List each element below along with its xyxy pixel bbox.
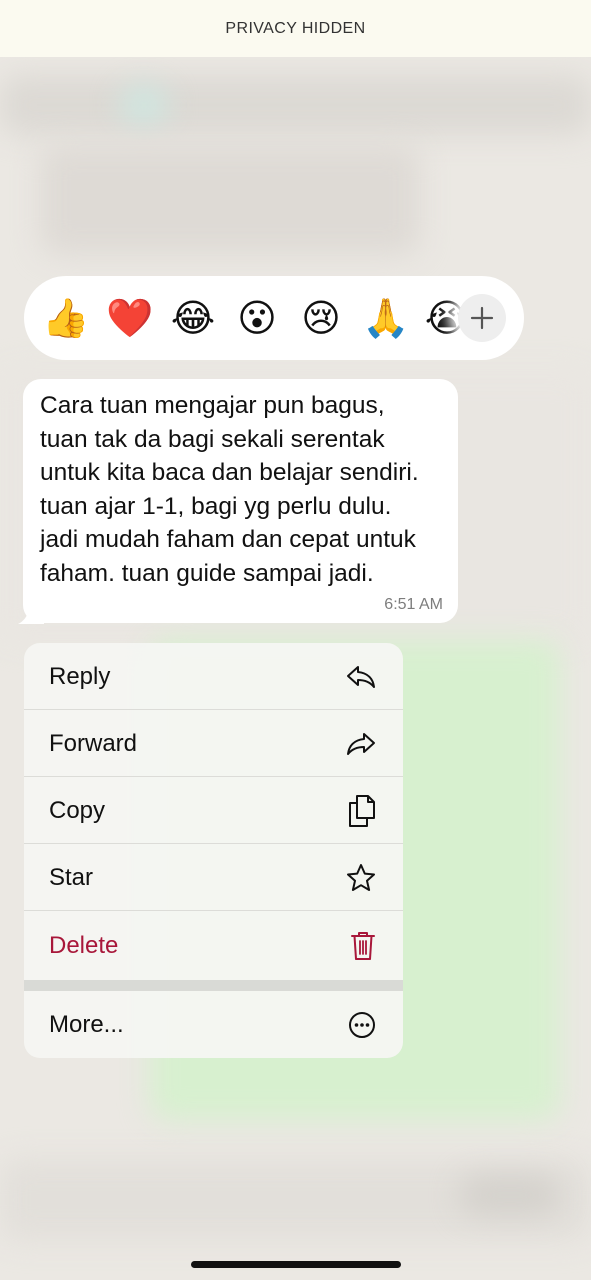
menu-item-label: Star bbox=[49, 863, 94, 891]
more-reactions-button[interactable] bbox=[458, 294, 506, 342]
privacy-banner: PRIVACY HIDDEN bbox=[0, 0, 591, 57]
message-bubble[interactable]: Cara tuan mengajar pun bagus, tuan tak d… bbox=[23, 379, 458, 623]
menu-item-label: Copy bbox=[49, 796, 106, 824]
message-timestamp: 6:51 AM bbox=[384, 596, 443, 613]
menu-section-gap bbox=[24, 980, 403, 991]
home-indicator[interactable] bbox=[191, 1261, 401, 1268]
reaction-folded-hands[interactable]: 🙏 bbox=[362, 296, 409, 342]
menu-item-delete[interactable]: Delete bbox=[24, 912, 403, 979]
blurred-send-area bbox=[460, 1175, 560, 1215]
reaction-red-heart[interactable]: ❤️ bbox=[106, 296, 153, 342]
privacy-banner-text: PRIVACY HIDDEN bbox=[225, 19, 366, 37]
context-menu: Reply Forward Copy Star Delete More... bbox=[24, 643, 403, 1058]
plus-icon bbox=[469, 305, 495, 331]
reaction-thumbs-up[interactable]: 👍 bbox=[42, 296, 89, 342]
reaction-surprised[interactable]: 😮 bbox=[234, 296, 280, 342]
blurred-header bbox=[0, 75, 591, 135]
menu-item-more[interactable]: More... bbox=[24, 991, 403, 1058]
ellipsis-circle-icon bbox=[348, 1011, 376, 1039]
star-icon bbox=[346, 863, 376, 893]
menu-divider bbox=[24, 910, 403, 911]
copy-icon bbox=[348, 794, 376, 828]
blurred-chat-background bbox=[0, 0, 591, 1280]
reaction-crying[interactable]: 😢 bbox=[298, 296, 344, 342]
menu-item-label: Delete bbox=[49, 931, 119, 959]
menu-item-label: More... bbox=[49, 1010, 124, 1038]
forward-icon bbox=[346, 731, 376, 757]
menu-item-forward[interactable]: Forward bbox=[24, 710, 403, 777]
menu-item-label: Forward bbox=[49, 729, 138, 757]
reaction-bar: 👍 ❤️ 😂 😮 😢 🙏 😭 bbox=[24, 276, 524, 360]
trash-icon bbox=[350, 930, 376, 962]
menu-item-copy[interactable]: Copy bbox=[24, 777, 403, 844]
reply-icon bbox=[346, 664, 376, 690]
menu-item-reply[interactable]: Reply bbox=[24, 643, 403, 710]
menu-item-star[interactable]: Star bbox=[24, 844, 403, 911]
message-text: Cara tuan mengajar pun bagus, tuan tak d… bbox=[40, 392, 419, 587]
blurred-avatar bbox=[120, 85, 168, 125]
menu-item-label: Reply bbox=[49, 662, 111, 690]
blurred-message bbox=[40, 145, 420, 255]
reaction-tears-of-joy[interactable]: 😂 bbox=[170, 296, 216, 342]
